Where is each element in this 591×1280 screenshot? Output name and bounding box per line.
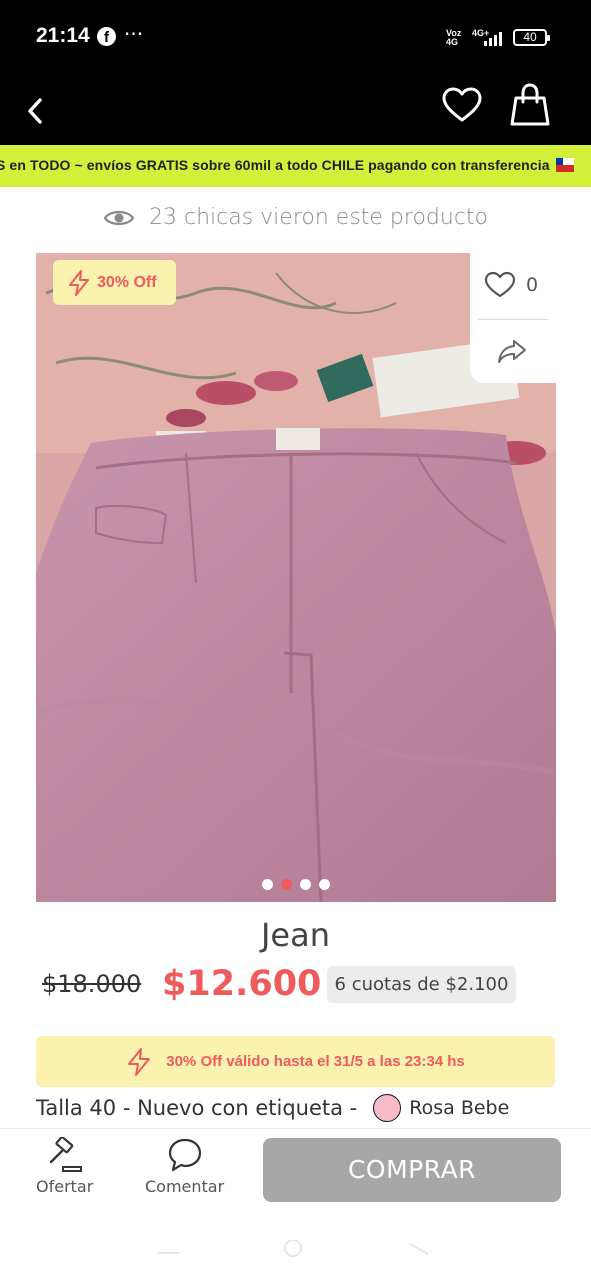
carousel-dot[interactable] xyxy=(319,879,330,890)
gavel-icon xyxy=(49,1137,82,1172)
bottom-action-bar: Ofertar Comentar COMPRAR xyxy=(0,1128,591,1210)
original-price: $18.000 xyxy=(42,970,142,998)
carousel-dot-active[interactable] xyxy=(281,879,292,890)
heart-outline-icon xyxy=(484,271,516,298)
back-icon[interactable] xyxy=(406,1240,432,1256)
buy-button[interactable]: COMPRAR xyxy=(263,1138,561,1202)
color-swatch xyxy=(373,1094,402,1122)
recent-apps-icon[interactable] xyxy=(156,1240,182,1256)
discount-label: 30% Off xyxy=(97,273,157,291)
make-offer-label: Ofertar xyxy=(36,1177,94,1196)
status-bar: 21:14 f ··· Voz 4G 4G+ 40 xyxy=(0,0,591,78)
size-condition-text: Talla 40 - Nuevo con etiqueta - xyxy=(36,1096,358,1120)
carousel-indicator xyxy=(36,875,556,894)
system-navigation-bar xyxy=(0,1210,591,1280)
battery-icon: 40 xyxy=(513,29,550,46)
top-app-bar xyxy=(0,78,591,145)
home-icon[interactable] xyxy=(280,1240,306,1260)
carousel-dot[interactable] xyxy=(300,879,311,890)
discount-badge: 30% Off xyxy=(53,260,176,305)
color-name: Rosa Bebe xyxy=(409,1097,510,1119)
offer-validity-banner: 30% Off válido hasta el 31/5 a las 23:34… xyxy=(36,1036,555,1087)
product-title: Jean xyxy=(260,916,330,954)
more-notifications-icon: ··· xyxy=(124,22,144,46)
eye-icon xyxy=(103,210,135,225)
make-offer-button[interactable]: Ofertar xyxy=(36,1137,93,1196)
offer-validity-text: 30% Off válido hasta el 31/5 a las 23:34… xyxy=(166,1053,465,1070)
product-details: Talla 40 - Nuevo con etiqueta - Rosa Beb… xyxy=(36,1094,509,1122)
signal-icon xyxy=(484,32,502,46)
product-image-carousel[interactable]: 30% Off 0 xyxy=(36,253,556,902)
like-count: 0 xyxy=(526,274,539,296)
carousel-dot[interactable] xyxy=(262,879,273,890)
heart-icon[interactable] xyxy=(440,84,484,128)
image-actions-panel: 0 xyxy=(470,253,556,383)
view-count-text: 23 chicas vieron este producto xyxy=(148,205,489,230)
promo-banner: S en TODO ~ envíos GRATIS sobre 60mil a … xyxy=(0,145,591,187)
like-button[interactable]: 0 xyxy=(484,271,538,299)
view-count: 23 chicas vieron este producto xyxy=(0,205,591,239)
comment-label: Comentar xyxy=(145,1177,225,1196)
status-time: 21:14 xyxy=(36,24,90,47)
shopping-bag-icon[interactable] xyxy=(508,80,552,130)
comment-button[interactable]: Comentar xyxy=(145,1137,224,1196)
installments-badge[interactable]: 6 cuotas de $2.100 xyxy=(327,966,516,1003)
chevron-left-icon[interactable] xyxy=(18,88,52,134)
share-icon[interactable] xyxy=(496,337,528,365)
lightning-icon xyxy=(128,1047,151,1076)
facebook-icon: f xyxy=(97,27,116,46)
chile-flag-icon xyxy=(555,158,574,172)
promo-text: S en TODO ~ envíos GRATIS sobre 60mil a … xyxy=(0,157,574,173)
divider xyxy=(478,319,548,320)
chat-bubble-icon xyxy=(168,1138,201,1172)
sale-price: $12.600 xyxy=(162,964,322,1004)
network-type: Voz 4G xyxy=(446,28,462,47)
lightning-icon xyxy=(69,269,89,296)
